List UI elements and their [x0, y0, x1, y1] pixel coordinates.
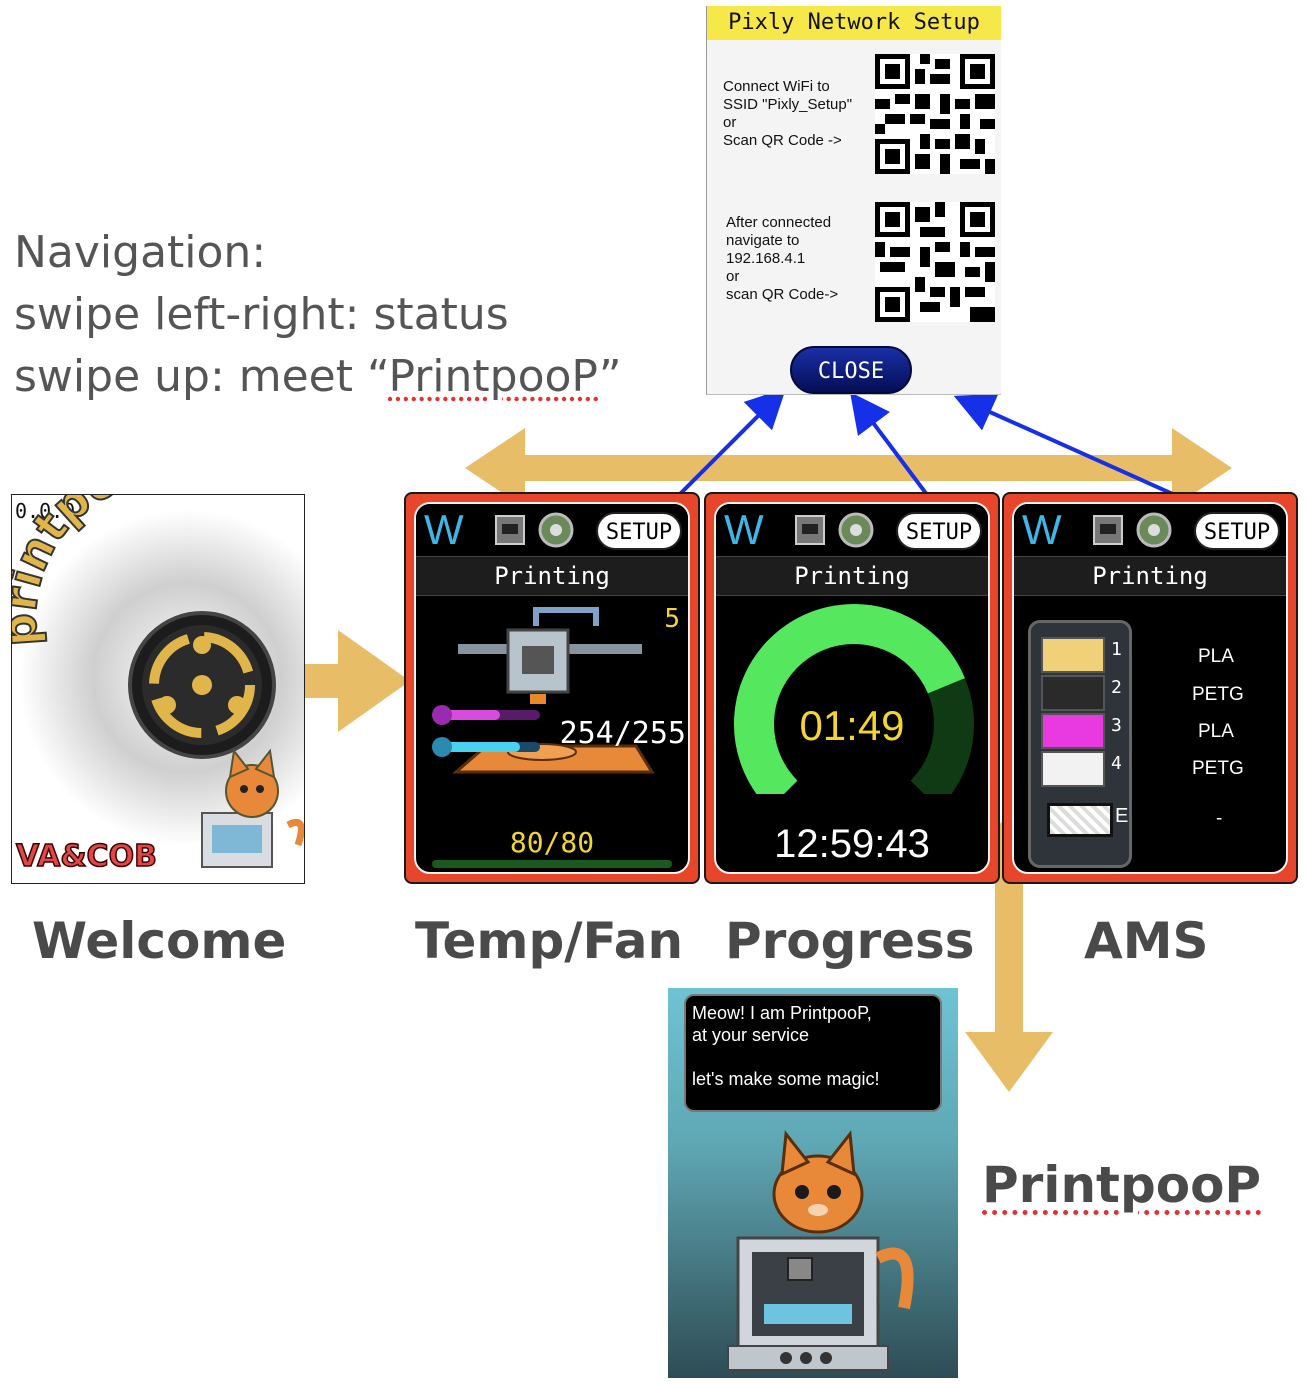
- progress-screen[interactable]: W SETUP Printing 01:49 12:59:43: [704, 492, 1000, 884]
- welcome-to-tempfan-arrow: [296, 630, 410, 732]
- wifi-qr-code-icon: [875, 54, 995, 174]
- printpoop-screen: Meow! I am PrintpooP, at your service le…: [668, 988, 958, 1378]
- setup-button[interactable]: SETUP: [896, 512, 982, 550]
- slot-4-material: PETG: [1192, 758, 1244, 779]
- external-material: -: [1216, 808, 1223, 829]
- slot-3-material: PLA: [1198, 721, 1234, 742]
- tempfan-caption: Temp/Fan: [415, 912, 684, 970]
- slot-1-color: [1041, 637, 1105, 673]
- slot-1-number: 1: [1111, 639, 1122, 660]
- slot-1-material: PLA: [1198, 646, 1234, 667]
- close-button[interactable]: CLOSE: [790, 346, 912, 394]
- url-qr-code-icon: [875, 202, 995, 322]
- setup-wifi-instructions: Connect WiFi to SSID "Pixly_Setup" or Sc…: [723, 78, 853, 149]
- cat-printer-icon: [727, 1130, 914, 1371]
- setup-button[interactable]: SETUP: [1194, 512, 1280, 550]
- top-bar: W SETUP: [1014, 504, 1286, 554]
- speech-bubble: Meow! I am PrintpooP, at your service le…: [684, 994, 942, 1112]
- status-bar: Printing: [716, 556, 988, 596]
- temp-bars-icon: [432, 705, 540, 757]
- progress-caption: Progress: [725, 912, 975, 970]
- status-bar: Printing: [416, 556, 688, 596]
- printer-icon: [795, 515, 825, 545]
- slot-2-color: [1041, 675, 1105, 711]
- printer-icon: [1093, 515, 1123, 545]
- slot-4-number: 4: [1111, 753, 1122, 774]
- slot-4-color: [1041, 751, 1105, 787]
- tempfan-screen[interactable]: W SETUP Printing 5 254/255 80/80: [404, 492, 700, 884]
- external-label: E: [1115, 805, 1129, 827]
- slot-2-number: 2: [1111, 677, 1122, 698]
- status-bar: Printing: [1014, 556, 1286, 596]
- ams-caption: AMS: [1084, 912, 1209, 970]
- temp-progress-bar: [432, 860, 672, 868]
- slot-2-material: PETG: [1192, 684, 1244, 705]
- printer-icon: [495, 515, 525, 545]
- setup-url-instructions: After connected navigate to 192.168.4.1 …: [726, 214, 839, 303]
- top-bar: W SETUP: [716, 504, 988, 554]
- printpoop-caption: PrintpooP: [982, 1156, 1262, 1214]
- slot-3-number: 3: [1111, 715, 1122, 736]
- welcome-caption: Welcome: [32, 912, 287, 970]
- nozzle-temp: 254/255: [559, 716, 686, 751]
- external-spool: [1047, 803, 1113, 837]
- setup-button[interactable]: SETUP: [596, 512, 682, 550]
- printpoop-logo-icon: printpoop: [12, 495, 304, 868]
- wifi-icon: W: [424, 506, 464, 553]
- setup-title: Pixly Network Setup: [707, 6, 1001, 40]
- spool-icon: [838, 512, 874, 548]
- spool-icon: [1136, 512, 1172, 548]
- wifi-icon: W: [724, 506, 764, 553]
- top-bar: W SETUP: [416, 504, 688, 554]
- printer-head-icon: [451, 607, 655, 774]
- wifi-icon: W: [1022, 506, 1062, 553]
- welcome-screen: 0.0.0 printpoop VA&COB: [11, 494, 305, 884]
- clock: 12:59:43: [774, 822, 930, 866]
- cat-printer-icon: [201, 748, 304, 868]
- network-setup-panel: Pixly Network Setup Connect WiFi to SSID…: [706, 6, 1001, 395]
- ams-unit: 1 2 3 4 E: [1028, 620, 1132, 868]
- progress-gauge: [734, 604, 974, 794]
- time-remaining: 01:49: [799, 702, 905, 749]
- maker-logo: VA&COB: [15, 838, 157, 875]
- spool-icon: [538, 512, 574, 548]
- slot-3-color: [1041, 713, 1105, 749]
- ams-screen[interactable]: W SETUP Printing 1 2 3 4 E PLA PETG PLA …: [1002, 492, 1298, 884]
- bed-temp: 80/80: [509, 826, 595, 859]
